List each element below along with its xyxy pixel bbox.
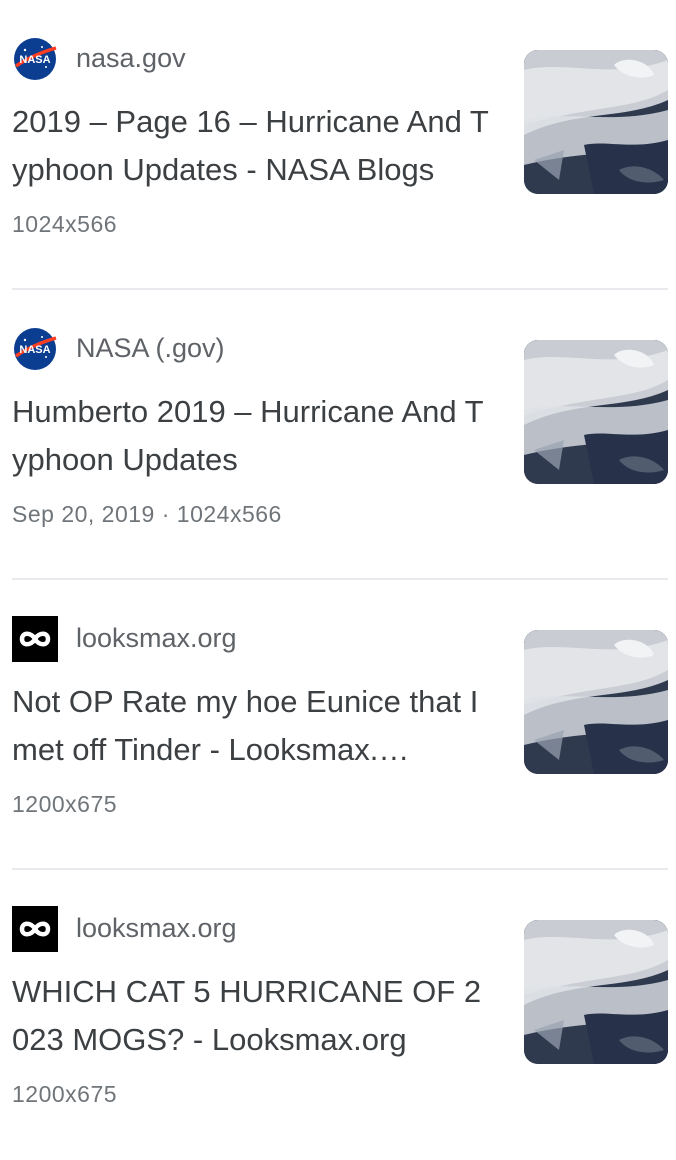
nasa-logo-icon: NASA xyxy=(12,36,58,82)
result-meta: 1200x675 xyxy=(12,1081,118,1107)
result-card[interactable]: looksmax.org WHICH CAT 5 HURRICANE OF 20… xyxy=(0,870,676,1160)
result-source[interactable]: looksmax.org xyxy=(76,620,237,656)
result-source[interactable]: nasa.gov xyxy=(76,40,186,76)
result-source[interactable]: looksmax.org xyxy=(76,910,237,946)
result-title[interactable]: Not OP Rate my hoe Eunice that I met off… xyxy=(12,678,492,774)
nasa-logo-icon: NASA xyxy=(12,326,58,372)
image-results-list: NASA nasa.gov 2019 – Page 16 – Hurricane… xyxy=(0,0,676,1160)
result-source[interactable]: NASA (.gov) xyxy=(76,330,225,366)
result-card[interactable]: looksmax.org Not OP Rate my hoe Eunice t… xyxy=(0,580,676,870)
looksmax-logo-icon xyxy=(12,616,58,662)
result-thumbnail[interactable] xyxy=(524,630,668,774)
result-card[interactable]: NASA NASA (.gov) Humberto 2019 – Hurrica… xyxy=(0,290,676,580)
svg-text:NASA: NASA xyxy=(19,54,50,66)
result-thumbnail[interactable] xyxy=(524,340,668,484)
result-thumbnail[interactable] xyxy=(524,920,668,1064)
result-thumbnail[interactable] xyxy=(524,50,668,194)
result-title[interactable]: WHICH CAT 5 HURRICANE OF 2023 MOGS? - Lo… xyxy=(12,968,492,1064)
result-meta: 1024x566 xyxy=(12,211,118,237)
result-card[interactable]: NASA nasa.gov 2019 – Page 16 – Hurricane… xyxy=(0,0,676,290)
result-meta: Sep 20, 2019 · 1024x566 xyxy=(12,501,282,527)
result-title[interactable]: Humberto 2019 – Hurricane And Typhoon Up… xyxy=(12,388,492,484)
result-title[interactable]: 2019 – Page 16 – Hurricane And Typhoon U… xyxy=(12,98,492,194)
svg-text:NASA: NASA xyxy=(19,344,50,356)
looksmax-logo-icon xyxy=(12,906,58,952)
result-meta: 1200x675 xyxy=(12,791,118,817)
